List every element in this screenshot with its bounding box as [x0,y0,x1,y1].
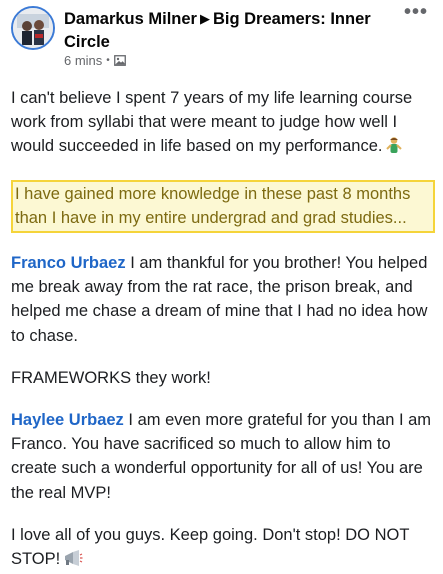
author-name[interactable]: Damarkus Milner [64,10,197,28]
post-meta: 6 mins • [64,53,126,68]
post-timestamp[interactable]: 6 mins [64,53,102,68]
more-options-button[interactable]: ••• [399,2,433,28]
post-paragraph: I can't believe I spent 7 years of my li… [11,86,437,162]
post-body: I can't believe I spent 7 years of my li… [11,86,437,574]
paragraph-text: I can't believe I spent 7 years of my li… [11,89,413,156]
mention-haylee-urbaez[interactable]: Haylee Urbaez [11,411,124,429]
meta-separator: • [106,55,110,66]
post-header: Damarkus Milner ▶ Big Dreamers: Inner Circ… [0,0,443,78]
avatar[interactable] [11,6,55,50]
arrow-right-icon: ▶ [199,11,210,26]
mention-franco-urbaez[interactable]: Franco Urbaez [11,254,126,272]
post-paragraph: Haylee Urbaez I am even more grateful fo… [11,408,437,505]
post-author-line: Damarkus Milner ▶ Big Dreamers: Inner Circ… [64,8,394,53]
photo-icon[interactable] [113,55,126,66]
highlighted-quote: I have gained more knowledge in these pa… [11,179,435,234]
megaphone-emoji-icon [63,549,83,574]
avatar-photo [13,8,53,48]
post-paragraph: Franco Urbaez I am thankful for you brot… [11,251,437,348]
post-paragraph: FRAMEWORKS they work! [11,368,211,387]
person-gesturing-emoji-icon [385,136,403,161]
post-paragraph: I love all of you guys. Keep going. Don'… [11,523,437,574]
